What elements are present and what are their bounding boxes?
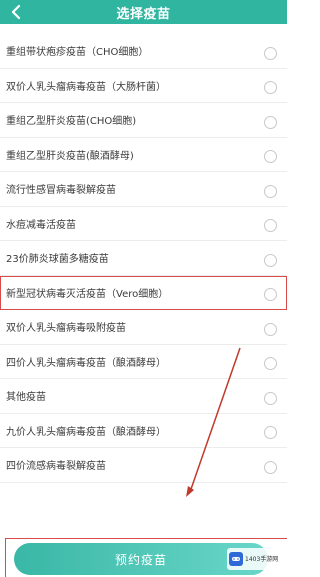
vaccine-option-label: 水痘减毒活疫苗 bbox=[6, 219, 76, 231]
vaccine-option-label: 流行性感冒病毒裂解疫苗 bbox=[6, 185, 116, 197]
chevron-left-icon bbox=[11, 4, 21, 20]
vaccine-option[interactable]: 重组带状疱疹疫苗（CHO细胞） bbox=[0, 34, 287, 69]
vaccine-option-label: 双价人乳头瘤病毒吸附疫苗 bbox=[6, 323, 126, 335]
vaccine-option-label: 双价人乳头瘤病毒疫苗（大肠杆菌） bbox=[6, 81, 166, 93]
radio-button[interactable] bbox=[264, 288, 277, 302]
radio-button[interactable] bbox=[264, 150, 277, 164]
vaccine-option[interactable]: 水痘减毒活疫苗 bbox=[0, 207, 287, 241]
radio-button[interactable] bbox=[264, 322, 277, 336]
vaccine-option[interactable]: 重组乙型肝炎疫苗(酿酒酵母) bbox=[0, 138, 287, 172]
page-title: 选择疫苗 bbox=[116, 6, 171, 22]
vaccine-option[interactable]: 四价人乳头瘤病毒疫苗（酿酒酵母） bbox=[0, 345, 287, 379]
vaccine-option-label: 重组乙型肝炎疫苗(CHO细胞) bbox=[6, 116, 137, 128]
radio-button[interactable] bbox=[264, 253, 277, 267]
watermark-text: 1403手游网 bbox=[245, 555, 279, 563]
vaccine-option-label: 重组带状疱疹疫苗（CHO细胞） bbox=[6, 47, 149, 59]
vaccine-option[interactable]: 九价人乳头瘤病毒疫苗（酿酒酵母） bbox=[0, 414, 287, 448]
vaccine-option[interactable]: 新型冠状病毒灭活疫苗（Vero细胞） bbox=[0, 275, 287, 310]
radio-button[interactable] bbox=[264, 391, 277, 405]
radio-button[interactable] bbox=[264, 460, 277, 474]
radio-button[interactable] bbox=[264, 81, 277, 95]
watermark-logo-icon bbox=[229, 552, 243, 566]
vaccine-option[interactable]: 双价人乳头瘤病毒疫苗（大肠杆菌） bbox=[0, 69, 287, 103]
gamepad-icon bbox=[232, 557, 240, 561]
radio-button[interactable] bbox=[264, 46, 277, 60]
vaccine-option-label: 九价人乳头瘤病毒疫苗（酿酒酵母） bbox=[6, 426, 166, 438]
vaccine-option[interactable]: 双价人乳头瘤病毒吸附疫苗 bbox=[0, 310, 287, 345]
vaccine-option-label: 四价流感病毒裂解疫苗 bbox=[6, 461, 106, 473]
vaccine-option-label: 其他疫苗 bbox=[6, 392, 46, 404]
radio-button[interactable] bbox=[264, 219, 277, 233]
vaccine-option-label: 23价肺炎球菌多糖疫苗 bbox=[6, 254, 109, 266]
vaccine-option[interactable]: 流行性感冒病毒裂解疫苗 bbox=[0, 172, 287, 207]
vaccine-option-label: 重组乙型肝炎疫苗(酿酒酵母) bbox=[6, 150, 134, 162]
vaccine-option[interactable]: 四价流感病毒裂解疫苗 bbox=[0, 448, 287, 483]
vaccine-list: 重组带状疱疹疫苗（CHO细胞） 双价人乳头瘤病毒疫苗（大肠杆菌） 重组乙型肝炎疫苗(… bbox=[0, 34, 287, 483]
header-bar: 选择疫苗 bbox=[0, 0, 287, 24]
vaccine-option[interactable]: 23价肺炎球菌多糖疫苗 bbox=[0, 241, 287, 276]
radio-button[interactable] bbox=[264, 357, 277, 371]
vaccine-option-label: 四价人乳头瘤病毒疫苗（酿酒酵母） bbox=[6, 357, 166, 369]
radio-button[interactable] bbox=[264, 115, 277, 129]
vaccine-option-label: 新型冠状病毒灭活疫苗（Vero细胞） bbox=[6, 288, 169, 300]
watermark: 1403手游网 bbox=[227, 548, 285, 570]
back-button[interactable] bbox=[6, 1, 26, 23]
radio-button[interactable] bbox=[264, 184, 277, 198]
radio-button[interactable] bbox=[264, 426, 277, 440]
vaccine-option[interactable]: 其他疫苗 bbox=[0, 379, 287, 414]
vaccine-option[interactable]: 重组乙型肝炎疫苗(CHO细胞) bbox=[0, 103, 287, 138]
